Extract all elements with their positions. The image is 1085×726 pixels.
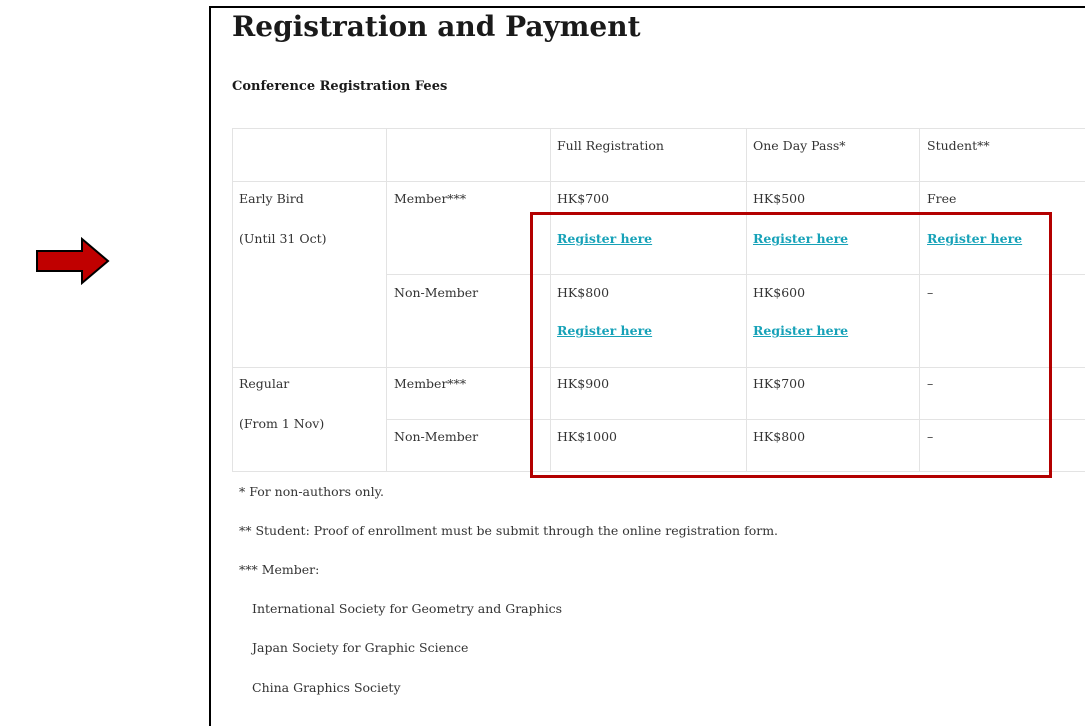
early-bird-nonmember-label: Non-Member	[394, 285, 479, 300]
society-item: Japan Society for Graphic Science	[252, 640, 469, 655]
header-one-day-pass: One Day Pass*	[753, 138, 846, 153]
society-item: International Society for Geometry and G…	[252, 601, 563, 616]
regular-period: (From 1 Nov)	[239, 416, 325, 431]
early-bird-member-full-price: HK$700	[557, 191, 610, 206]
regular-label: Regular	[239, 376, 290, 391]
pointer-arrow-icon	[36, 237, 110, 285]
early-bird-member-student-price: Free	[927, 191, 957, 206]
regular-member-label: Member***	[394, 376, 467, 391]
note-member: *** Member:	[239, 562, 320, 577]
highlight-box	[530, 212, 1052, 478]
page-title: Registration and Payment	[232, 10, 641, 43]
early-bird-period: (Until 31 Oct)	[239, 231, 327, 246]
regular-nonmember-label: Non-Member	[394, 429, 479, 444]
early-bird-member-day-price: HK$500	[753, 191, 806, 206]
header-full-registration: Full Registration	[557, 138, 664, 153]
section-subtitle: Conference Registration Fees	[232, 79, 448, 94]
society-item: China Graphics Society	[252, 680, 401, 695]
note-non-authors: * For non-authors only.	[239, 484, 384, 499]
header-student: Student**	[927, 138, 990, 153]
early-bird-label: Early Bird	[239, 191, 304, 206]
note-student: ** Student: Proof of enrollment must be …	[239, 523, 779, 538]
early-bird-member-label: Member***	[394, 191, 467, 206]
